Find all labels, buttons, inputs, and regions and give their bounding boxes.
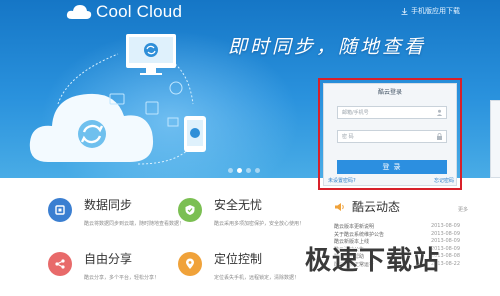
forgot-password-link[interactable]: 未设置密码? bbox=[328, 177, 356, 184]
phone-icon bbox=[184, 116, 206, 152]
user-icon bbox=[436, 109, 443, 116]
news-title: 酷云动态 bbox=[352, 200, 401, 214]
speaker-icon bbox=[335, 202, 344, 211]
location-icon bbox=[178, 252, 202, 276]
news-item-text: 关于酷云系统维护公告 bbox=[334, 231, 385, 238]
sync-data-icon bbox=[48, 198, 72, 222]
download-icon bbox=[401, 7, 408, 15]
news-item[interactable]: 酷云版本更新说明 2013-08-09 bbox=[334, 223, 474, 231]
news-item-date: 2013-08-09 bbox=[430, 223, 460, 229]
feature-desc: 定位丢失手机，远程锁定，清除数据！ bbox=[214, 275, 300, 281]
feature-security[interactable]: 安全无忧 酷云采用多项加密保护，安全放心使用！ bbox=[178, 198, 304, 227]
logo-text: Cool Cloud bbox=[96, 2, 183, 21]
news-item-date: 2013-08-09 bbox=[430, 230, 460, 237]
carousel-dots bbox=[228, 168, 260, 173]
lock-icon bbox=[437, 133, 442, 140]
feature-title: 自由分享 bbox=[84, 252, 133, 266]
account-input[interactable]: 邮箱/手机号 bbox=[337, 106, 447, 119]
register-link[interactable]: 忘记密码 bbox=[434, 177, 454, 184]
news-item-text: 酷云版本更新说明 bbox=[334, 224, 375, 230]
login-button[interactable]: 登 录 bbox=[337, 160, 447, 174]
account-placeholder: 邮箱/手机号 bbox=[342, 110, 369, 116]
shield-icon bbox=[178, 198, 202, 222]
news-more-link[interactable]: 更多 bbox=[458, 206, 468, 213]
feature-title: 数据同步 bbox=[84, 198, 133, 212]
mobile-app-download-link[interactable]: 手机版应用下载 bbox=[401, 6, 460, 16]
carousel-dot[interactable] bbox=[255, 168, 260, 173]
login-title: 酷云登录 bbox=[377, 89, 402, 96]
feature-share[interactable]: 自由分享 酷云分享，多个平台，轻松分享！ bbox=[48, 252, 159, 281]
carousel-dot-active[interactable] bbox=[237, 168, 242, 173]
login-panel: 酷云登录 邮箱/手机号 密 码 登 录 未设置密码? 忘记密码 bbox=[323, 83, 457, 186]
site-logo[interactable]: Cool Cloud bbox=[66, 2, 182, 22]
side-floating-tab[interactable] bbox=[490, 100, 500, 178]
cloud-logo-icon bbox=[66, 5, 92, 19]
news-item[interactable]: 关于酷云系统维护公告 2013-08-09 bbox=[334, 231, 474, 239]
feature-data-sync[interactable]: 数据同步 酷云将数据同步到云端，随时随地查看数据！ bbox=[48, 198, 184, 227]
carousel-dot[interactable] bbox=[228, 168, 233, 173]
password-input[interactable]: 密 码 bbox=[337, 130, 447, 143]
share-icon bbox=[48, 252, 72, 276]
main-cloud-icon bbox=[29, 93, 154, 162]
feature-desc: 酷云采用多项加密保护，安全放心使用！ bbox=[214, 221, 305, 227]
feature-title: 定位控制 bbox=[214, 252, 263, 266]
password-placeholder: 密 码 bbox=[342, 134, 354, 140]
cloud-sync-illustration bbox=[29, 34, 206, 165]
carousel-dot[interactable] bbox=[246, 168, 251, 173]
download-site-watermark: 极速下载站 bbox=[305, 246, 441, 276]
feature-desc: 酷云将数据同步到云端，随时随地查看数据！ bbox=[84, 221, 185, 227]
feature-location[interactable]: 定位控制 定位丢失手机，远程锁定，清除数据！ bbox=[178, 252, 299, 281]
monitor-icon bbox=[126, 34, 176, 75]
mobile-app-download-label: 手机版应用下载 bbox=[411, 7, 460, 15]
feature-title: 安全无忧 bbox=[214, 198, 263, 212]
feature-desc: 酷云分享，多个平台，轻松分享！ bbox=[84, 275, 160, 281]
